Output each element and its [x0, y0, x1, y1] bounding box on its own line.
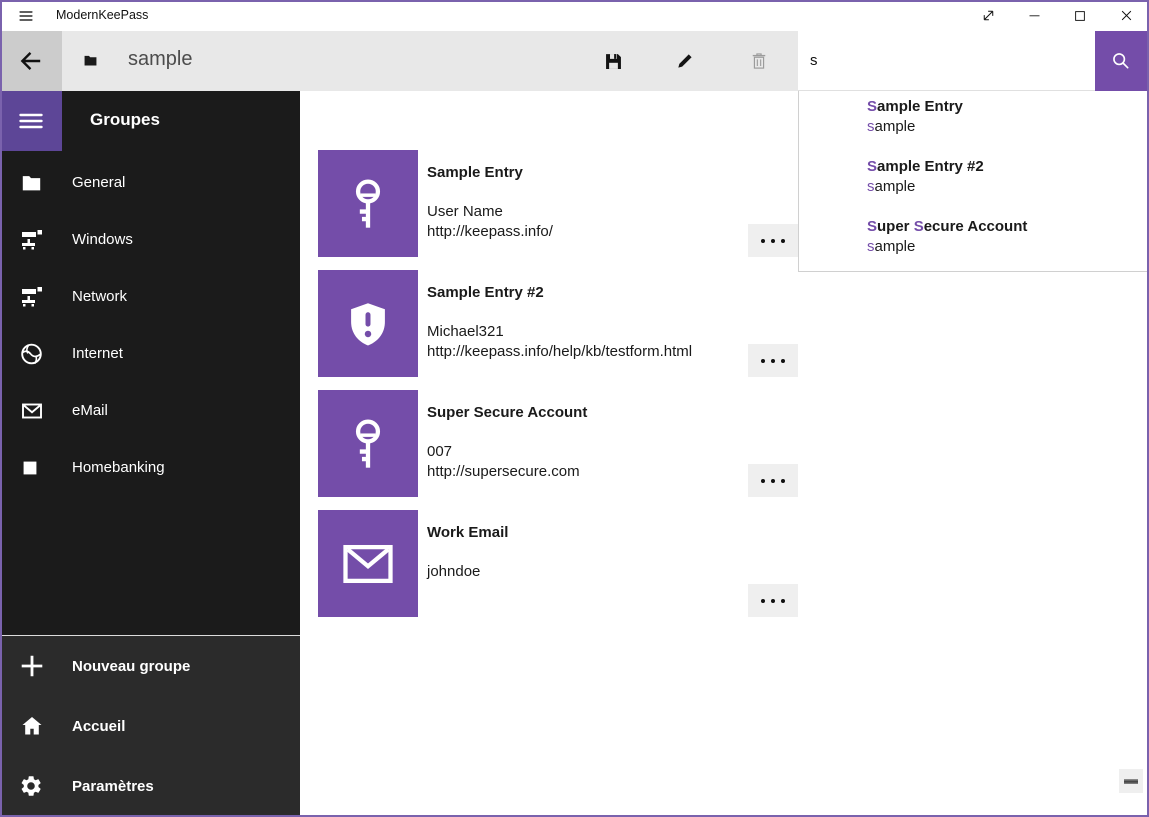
more-icon	[761, 239, 765, 243]
entry-tile[interactable]	[318, 510, 418, 617]
globe-icon	[19, 342, 46, 366]
entry-title: Super Secure Account	[427, 402, 587, 424]
entry-title: Sample Entry	[427, 162, 523, 184]
window-controls	[965, 0, 1149, 31]
suggestion-item[interactable]: Super Secure Accountsample	[867, 217, 1147, 257]
entry-details: johndoe	[427, 562, 480, 582]
more-icon	[761, 359, 765, 363]
more-icon	[761, 599, 765, 603]
gear-icon	[19, 774, 46, 798]
entry-details: Michael321http://keepass.info/help/kb/te…	[427, 322, 692, 362]
entry-url: http://keepass.info/	[427, 222, 553, 242]
delete-button[interactable]	[735, 31, 783, 91]
suggestion-title: Sample Entry #2	[867, 157, 1147, 177]
suggestion-subtitle: sample	[867, 177, 1147, 197]
entry-tile[interactable]	[318, 270, 418, 377]
sidebar-action-param-tres[interactable]: Paramètres	[0, 756, 300, 816]
suggestion-title: Sample Entry	[867, 97, 1147, 117]
entry-more-button[interactable]	[748, 584, 798, 617]
sidebar-item-label: General	[72, 174, 125, 191]
entry-title: Work Email	[427, 522, 508, 544]
sidebar-action-label: Paramètres	[72, 778, 154, 795]
sidebar-item-homebanking[interactable]: Homebanking	[0, 439, 300, 496]
database-name: sample	[128, 48, 192, 71]
titlebar-hamburger-icon[interactable]	[14, 7, 38, 25]
entry-username: Michael321	[427, 322, 692, 342]
entry-username: User Name	[427, 202, 553, 222]
email-icon	[19, 399, 46, 423]
sidebar-item-email[interactable]: eMail	[0, 382, 300, 439]
entry-details: 007http://supersecure.com	[427, 442, 580, 482]
zoom-out-button[interactable]	[1119, 769, 1143, 793]
sidebar-item-label: Internet	[72, 345, 123, 362]
entry-url: http://supersecure.com	[427, 462, 580, 482]
entry-username: 007	[427, 442, 580, 462]
close-button[interactable]	[1103, 0, 1149, 31]
sidebar-action-nouveau-groupe[interactable]: Nouveau groupe	[0, 636, 300, 696]
entry-details: User Namehttp://keepass.info/	[427, 202, 553, 242]
save-button[interactable]	[589, 31, 637, 91]
home-icon	[19, 714, 46, 738]
sidebar-action-accueil[interactable]: Accueil	[0, 696, 300, 756]
groups-heading: Groupes	[90, 110, 160, 130]
network-icon	[19, 228, 46, 252]
resize-button[interactable]	[965, 0, 1011, 31]
key-icon	[342, 416, 394, 472]
sidebar-action-label: Accueil	[72, 718, 125, 735]
sidebar-item-internet[interactable]: Internet	[0, 325, 300, 382]
suggestion-subtitle: sample	[867, 237, 1147, 257]
search-box	[798, 31, 1095, 91]
sidebar-item-network[interactable]: Network	[0, 268, 300, 325]
appbar: sample	[0, 31, 798, 91]
shield-alert-icon	[342, 296, 394, 352]
database-folder-icon	[82, 53, 99, 68]
suggestion-subtitle: sample	[867, 117, 1147, 137]
email-icon	[341, 541, 395, 587]
folder-icon	[19, 171, 46, 195]
app-window: ModernKeePass sample Sample EntrysampleS…	[0, 0, 1149, 817]
key-icon	[342, 176, 394, 232]
network-icon	[19, 285, 46, 309]
edit-button[interactable]	[661, 31, 709, 91]
dash-icon	[1124, 779, 1138, 784]
sidebar-item-label: Network	[72, 288, 127, 305]
titlebar: ModernKeePass	[0, 0, 1149, 31]
app-title: ModernKeePass	[56, 8, 148, 22]
search-suggestions: Sample EntrysampleSample Entry #2sampleS…	[798, 91, 1147, 272]
group-list: General Windows Network Internet eMail Homeba…	[0, 154, 300, 496]
more-icon	[761, 479, 765, 483]
sidebar-action-label: Nouveau groupe	[72, 658, 190, 675]
entry-more-button[interactable]	[748, 464, 798, 497]
search-button[interactable]	[1095, 31, 1147, 91]
suggestion-item[interactable]: Sample Entry #2sample	[867, 157, 1147, 197]
entry-more-button[interactable]	[748, 224, 798, 257]
entry-url: http://keepass.info/help/kb/testform.htm…	[427, 342, 692, 362]
square-icon	[19, 456, 46, 480]
nav-hamburger-button[interactable]	[0, 91, 62, 151]
sidebar-actions: Nouveau groupe Accueil Paramètres	[0, 636, 300, 817]
suggestion-item[interactable]: Sample Entrysample	[867, 97, 1147, 137]
entry-tile[interactable]	[318, 390, 418, 497]
search-input[interactable]	[798, 31, 1095, 90]
sidebar: Groupes General Windows Network Internet eMa…	[0, 91, 300, 817]
back-button[interactable]	[0, 31, 62, 91]
suggestion-title: Super Secure Account	[867, 217, 1147, 237]
sidebar-item-windows[interactable]: Windows	[0, 211, 300, 268]
sidebar-item-label: Windows	[72, 231, 133, 248]
maximize-button[interactable]	[1057, 0, 1103, 31]
plus-icon	[19, 654, 46, 678]
entry-tile[interactable]	[318, 150, 418, 257]
sidebar-item-general[interactable]: General	[0, 154, 300, 211]
entry-username: johndoe	[427, 562, 480, 582]
sidebar-item-label: eMail	[72, 402, 108, 419]
minimize-button[interactable]	[1011, 0, 1057, 31]
sidebar-item-label: Homebanking	[72, 459, 165, 476]
entry-more-button[interactable]	[748, 344, 798, 377]
entry-title: Sample Entry #2	[427, 282, 544, 304]
